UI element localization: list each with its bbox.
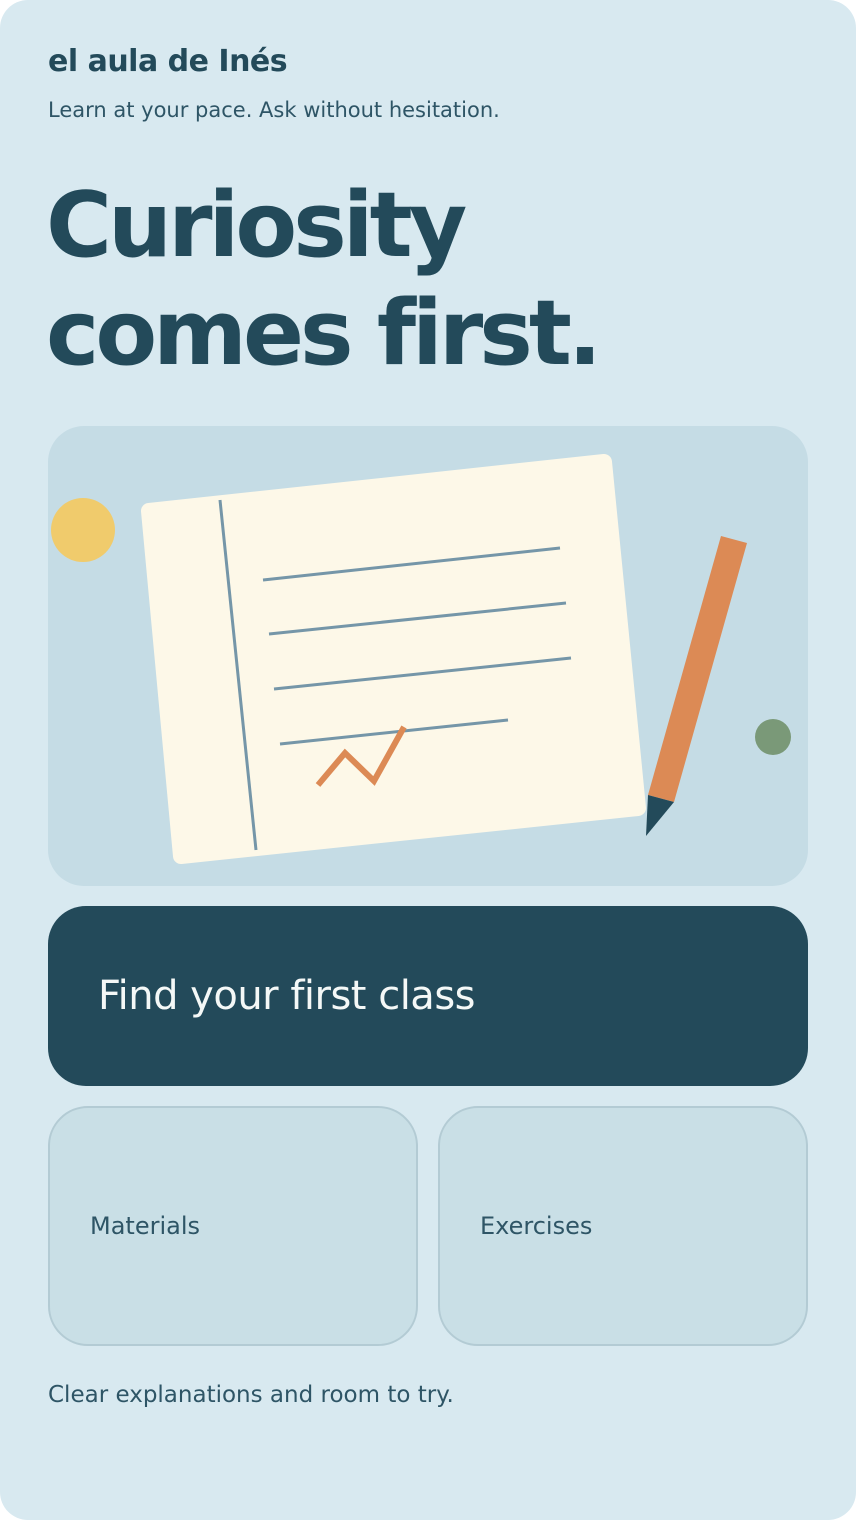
pencil-icon	[646, 536, 747, 836]
hero-illustration	[48, 426, 808, 886]
illustration-svg	[51, 454, 791, 864]
tagline: Learn at your pace. Ask without hesitati…	[48, 98, 500, 122]
exercises-tile[interactable]: Exercises	[438, 1106, 808, 1346]
page-headline: Curiosity comes first.	[46, 172, 602, 388]
sun-dot-icon	[51, 498, 115, 562]
brand-name: el aula de Inés	[48, 44, 288, 79]
headline-line-2: comes first.	[46, 281, 602, 386]
footer-note: Clear explanations and room to try.	[48, 1382, 454, 1408]
exercises-label: Exercises	[480, 1212, 593, 1240]
find-first-class-label: Find your first class	[98, 973, 476, 1019]
headline-line-1: Curiosity	[46, 173, 467, 278]
find-first-class-button[interactable]: Find your first class	[48, 906, 808, 1086]
app-screen: el aula de Inés Learn at your pace. Ask …	[0, 0, 856, 1520]
materials-label: Materials	[90, 1212, 201, 1240]
green-dot-icon	[755, 719, 791, 755]
materials-tile[interactable]: Materials	[48, 1106, 418, 1346]
notebook-icon	[141, 454, 646, 864]
